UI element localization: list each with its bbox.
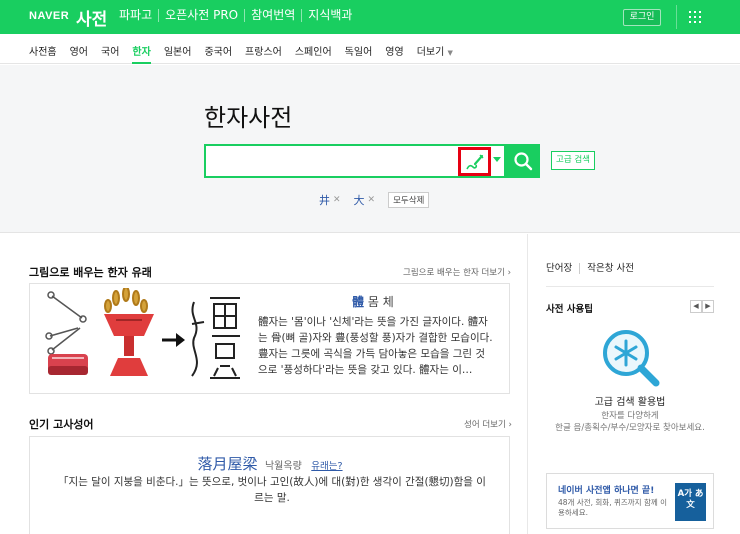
grid-icon[interactable] — [689, 11, 701, 23]
nav-translation[interactable]: 참여번역 — [244, 9, 301, 22]
dictionary-title[interactable]: 사전 — [76, 5, 107, 30]
tab-chinese[interactable]: 중국어 — [204, 43, 232, 58]
sidebar-links: 단어장 작은창 사전 — [546, 263, 648, 274]
search-button[interactable] — [506, 144, 540, 178]
tips-subtext-line: 한글 음/총획수/부수/모양자로 찾아보세요. — [555, 423, 705, 433]
advanced-search-button[interactable]: 고급 검색 — [551, 151, 595, 170]
character-origin-illustration — [45, 288, 240, 379]
recent-term[interactable]: 大 — [354, 192, 365, 208]
chevron-right-icon: › — [508, 420, 512, 430]
tab-hanja[interactable]: 한자 — [132, 43, 152, 64]
login-button[interactable]: 로그인 — [623, 9, 661, 26]
origin-reading: 몸 체 — [367, 295, 394, 309]
idiom-description: 「지는 달이 지붕을 비춘다.」는 뜻으로, 벗이나 고인(故人)에 대(對)한… — [58, 476, 486, 504]
tips-caption[interactable]: 고급 검색 활용법 — [546, 393, 714, 408]
top-bar: NAVER 사전 파파고 오픈사전 PRO 참여번역 지식백과 로그인 — [0, 0, 740, 34]
search-input[interactable] — [210, 150, 450, 172]
idiom-heading: 인기 고사성어 — [29, 418, 94, 431]
chevron-right-icon[interactable]: ▶ — [702, 300, 714, 313]
tab-french[interactable]: 프랑스어 — [245, 43, 282, 58]
close-icon[interactable]: ✕ — [333, 195, 341, 205]
naver-logo[interactable]: NAVER — [29, 10, 69, 22]
app-banner[interactable]: 네이버 사전앱 하나면 끝! 48개 사전, 회화, 퀴즈까지 함께 이용하세요… — [546, 473, 714, 529]
brush-icon — [465, 154, 483, 169]
idiom-more-label: 성어 더보기 — [464, 420, 506, 430]
tab-german[interactable]: 독일어 — [345, 43, 373, 58]
banner-title: 네이버 사전앱 하나면 끝! — [558, 486, 655, 496]
origin-hanja[interactable]: 體 — [352, 295, 364, 309]
handwriting-button[interactable] — [458, 147, 491, 176]
idiom-origin-link[interactable]: 유래는? — [311, 461, 342, 472]
chevron-right-icon: › — [507, 268, 512, 278]
tips-heading: 사전 사용팁 — [546, 304, 594, 315]
divider — [546, 286, 714, 287]
tips-subtext-line: 한자를 다양하게 — [601, 411, 659, 421]
top-nav: 파파고 오픈사전 PRO 참여번역 지식백과 — [114, 9, 358, 22]
recent-searches: 井 ✕ 大 ✕ 모두삭제 — [319, 192, 430, 208]
idiom-hanja[interactable]: 落月屋梁 — [197, 455, 257, 473]
divider — [676, 5, 677, 29]
idiom-reading: 낙월옥량 — [264, 461, 302, 472]
nav-open-dict-pro[interactable]: 오픈사전 PRO — [158, 9, 244, 22]
close-icon[interactable]: ✕ — [368, 195, 376, 205]
idiom-card: 落月屋梁 낙월옥량 유래는? 「지는 달이 지붕을 비춘다.」는 뜻으로, 벗이… — [29, 436, 510, 534]
tab-english[interactable]: 영어 — [70, 43, 88, 58]
nav-encyclopedia[interactable]: 지식백과 — [301, 9, 358, 22]
origin-more-link[interactable]: 그림으로 배우는 한자 더보기 › — [403, 266, 511, 278]
idiom-more-link[interactable]: 성어 더보기 › — [464, 418, 512, 430]
app-icon: A가 あ文 — [675, 483, 706, 521]
banner-description: 48개 사전, 회화, 퀴즈까지 함께 이용하세요. — [558, 498, 668, 517]
delete-all-button[interactable]: 모두삭제 — [388, 192, 430, 208]
origin-card[interactable]: 體 몸 체 體자는 '몸'이나 '신체'라는 뜻을 가진 글자이다. 體자는 骨… — [29, 283, 510, 394]
tab-korean[interactable]: 국어 — [101, 43, 119, 58]
wordbook-link[interactable]: 단어장 — [546, 263, 581, 274]
more-label: 더보기 — [416, 47, 445, 58]
page-title: 한자사전 — [204, 104, 293, 132]
search-section: 한자사전 고급 검색 井 ✕ 大 ✕ 모두삭제 — [0, 65, 740, 233]
tab-japanese[interactable]: 일본어 — [164, 43, 192, 58]
tab-more[interactable]: 더보기 ▼ — [417, 43, 453, 58]
magnifier-icon — [603, 330, 660, 387]
dictionary-tabs: 사전홈 영어 국어 한자 일본어 중국어 프랑스어 스페인어 독일어 영영 더보… — [0, 34, 740, 64]
nav-papago[interactable]: 파파고 — [114, 9, 158, 22]
mini-dict-link[interactable]: 작은창 사전 — [587, 263, 641, 274]
tips-pager: ◀ ▶ — [690, 300, 714, 313]
tab-spanish[interactable]: 스페인어 — [295, 43, 332, 58]
chevron-left-icon[interactable]: ◀ — [690, 300, 702, 313]
origin-heading: 그림으로 배우는 한자 유래 — [29, 266, 152, 279]
origin-description: 體자는 '몸'이나 '신체'라는 뜻을 가진 글자이다. 體자는 骨(뼈 골)자… — [258, 316, 493, 376]
chevron-down-icon: ▼ — [447, 49, 453, 57]
tab-home[interactable]: 사전홈 — [29, 43, 57, 58]
recent-term[interactable]: 井 — [319, 192, 330, 208]
tab-english-english[interactable]: 영영 — [385, 43, 403, 58]
origin-character-title: 體 몸 체 — [352, 293, 394, 310]
chevron-down-icon[interactable] — [493, 157, 501, 162]
column-divider — [527, 234, 528, 534]
tips-subtext: 한자를 다양하게 한글 음/총획수/부수/모양자로 찾아보세요. — [546, 410, 714, 434]
search-box — [204, 144, 506, 178]
search-icon — [514, 152, 533, 171]
origin-more-label: 그림으로 배우는 한자 더보기 — [403, 268, 505, 278]
idiom-title-line: 落月屋梁 낙월옥량 유래는? — [30, 453, 510, 474]
